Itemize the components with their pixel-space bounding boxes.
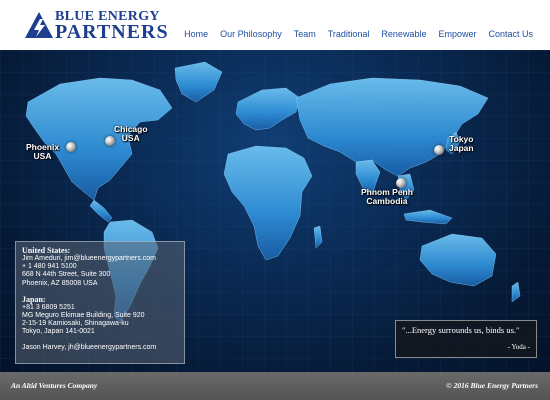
contact-us-street: 668 N 44th Street, Suite 300	[22, 271, 111, 279]
city-label-phoenix: Phoenix USA	[26, 142, 60, 161]
contact-jp-phone: +81 3 6809 5251	[22, 303, 75, 311]
brand-name-line2: PARTNERS	[55, 21, 169, 43]
contact-us-heading: United States:	[22, 246, 71, 255]
city-label-tokyo: Tokyo Japan	[449, 134, 474, 153]
nav-traditional[interactable]: Traditional	[328, 29, 370, 39]
nav-our-philosophy[interactable]: Our Philosophy	[220, 29, 282, 39]
contact-jp-city: Tokyo, Japan 141-0021	[22, 328, 95, 336]
nav-home[interactable]: Home	[184, 29, 208, 39]
nav-renewable[interactable]: Renewable	[381, 29, 426, 39]
footer-company: An Altid Ventures Company	[11, 381, 98, 390]
site-footer: An Altid Ventures Company © 2016 Blue En…	[0, 372, 550, 400]
quote-author: - Yoda -	[507, 343, 530, 351]
contact-us-name-email[interactable]: Jim Ameduri, jim@blueenergypartners.com	[22, 255, 178, 263]
nav-empower[interactable]: Empower	[438, 29, 476, 39]
location-marker-tokyo[interactable]	[434, 145, 444, 155]
main-nav: Home Our Philosophy Team Traditional Ren…	[184, 29, 533, 39]
contact-jp-heading: Japan:	[22, 294, 46, 304]
contact-jp-building: MG Meguro Ekimae Building, Suite 920	[22, 312, 145, 320]
contact-us-phone: + 1 480 941 5100	[22, 263, 77, 271]
footer-copyright: © 2016 Blue Energy Partners	[446, 381, 538, 390]
contact-spacer-2	[22, 337, 178, 344]
nav-contact-us[interactable]: Contact Us	[488, 29, 533, 39]
site-header: BLUE ENERGY PARTNERS Home Our Philosophy…	[0, 0, 550, 50]
contact-info-panel: United States: Jim Ameduri, jim@blueener…	[15, 241, 185, 364]
lightning-triangle-icon	[25, 12, 53, 38]
city-label-chicago: Chicago USA	[114, 124, 148, 143]
city-label-phnom-penh: Phnom Penh Cambodia	[361, 187, 413, 206]
quote-box: "...Energy surrounds us, binds us." - Yo…	[395, 320, 537, 358]
location-marker-phoenix[interactable]	[66, 142, 76, 152]
quote-text: "...Energy surrounds us, binds us."	[402, 325, 520, 335]
contact-jp-street: 2-15-19 Kamiosaki, Shinagawa-ku	[22, 320, 129, 328]
nav-team[interactable]: Team	[294, 29, 316, 39]
brand-logo[interactable]: BLUE ENERGY PARTNERS	[24, 9, 168, 43]
contact-us-city: Phoenix, AZ 85008 USA	[22, 279, 98, 287]
contact-spacer	[22, 288, 178, 295]
contact-extra-email[interactable]: Jason Harvey, jh@blueenergypartners.com	[22, 344, 178, 352]
